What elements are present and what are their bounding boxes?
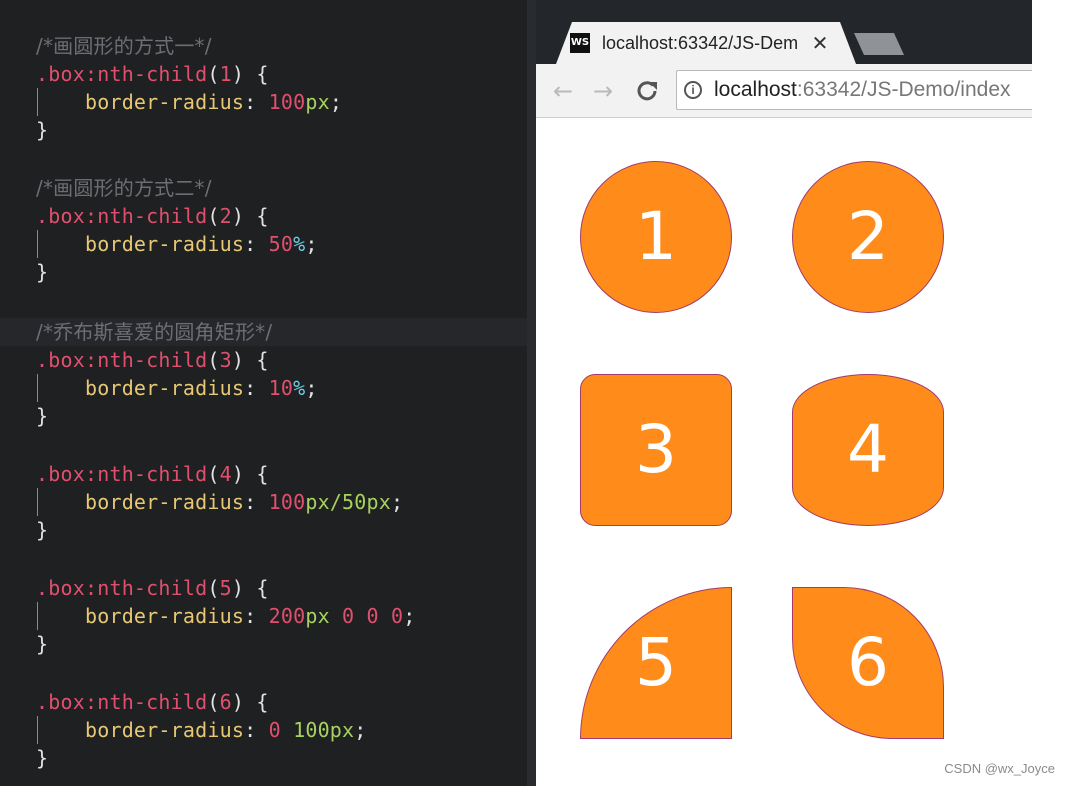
pseudo-class: :nth-child [84,204,208,228]
selector: .box [36,462,85,486]
value-number: 50 [268,232,294,256]
nth-arg: 3 [219,348,232,372]
rule-4-declaration: border-radius: 100px/50px; [84,490,404,514]
value-number: 10 [268,376,294,400]
tab-title[interactable]: localhost:63342/JS-Demo/index.html [602,31,798,55]
value-unit: px [305,604,330,628]
rule-5-declaration: border-radius: 200px 0 0 0; [84,604,416,628]
rule-1-declaration: border-radius: 100px; [84,90,343,114]
demo-box-1: 1 [580,161,732,313]
code-editor[interactable]: /*画圆形的方式一*/ .box:nth-child(1) { border-r… [0,0,527,786]
property: border-radius [84,604,245,628]
closing-brace: } [36,260,49,284]
nth-arg: 6 [219,690,232,714]
nth-arg: 1 [219,62,232,86]
selector: .box [36,348,85,372]
demo-box-3: 3 [580,374,732,526]
closing-brace: } [36,746,49,770]
address-url[interactable]: localhost:63342/JS-Demo/index [714,77,1011,103]
comment-method-two: /*画圆形的方式二*/ [36,176,212,200]
value-number: 100 [268,90,306,114]
comment-rounded-rect: /*乔布斯喜爱的圆角矩形*/ [36,320,273,344]
pseudo-class: :nth-child [84,576,208,600]
reload-icon[interactable] [632,76,662,106]
pseudo-class: :nth-child [84,62,208,86]
reload-icon-svg [637,81,657,101]
demo-box-4: 4 [792,374,944,526]
selector: .box [36,690,85,714]
closing-brace: } [36,518,49,542]
value-unit: % [293,232,306,256]
info-icon[interactable]: i [684,81,702,99]
pseudo-class: :nth-child [84,462,208,486]
property: border-radius [84,490,245,514]
url-host: localhost [714,78,797,101]
rule-2-selector-line: .box:nth-child(2) { [36,204,269,228]
selector: .box [36,576,85,600]
value-number: 200 [268,604,306,628]
rule-5-selector-line: .box:nth-child(5) { [36,576,269,600]
browser-window: WS localhost:63342/JS-Demo/index.html ✕ … [536,0,1032,786]
closing-brace: } [36,632,49,656]
rule-4-selector-line: .box:nth-child(4) { [36,462,269,486]
property: border-radius [84,718,245,742]
pane-divider[interactable] [527,0,536,786]
watermark: CSDN @wx_Joyce [944,761,1055,776]
comment-method-one: /*画圆形的方式一*/ [36,34,212,58]
back-arrow-icon[interactable]: ← [548,76,578,106]
rule-6-declaration: border-radius: 0 100px; [84,718,367,742]
value-number: 0 [268,718,281,742]
tab-close-icon[interactable]: ✕ [810,31,830,55]
closing-brace: } [36,118,49,142]
rule-3-declaration: border-radius: 10%; [84,376,318,400]
demo-box-5: 5 [580,587,732,739]
value-rest: 0 0 0 [329,604,404,628]
webstorm-favicon-icon: WS [570,33,590,53]
selector: .box [36,62,85,86]
property: border-radius [84,232,245,256]
rule-1-selector-line: .box:nth-child(1) { [36,62,269,86]
url-path: :63342/JS-Demo/index [796,78,1011,101]
value-unit: px [305,90,330,114]
nth-arg: 5 [219,576,232,600]
rule-2-declaration: border-radius: 50%; [84,232,318,256]
closing-brace: } [36,404,49,428]
pseudo-class: :nth-child [84,690,208,714]
rule-3-selector-line: .box:nth-child(3) { [36,348,269,372]
demo-box-2: 2 [792,161,944,313]
property: border-radius [84,90,245,114]
value-number: 100 [268,490,306,514]
forward-arrow-icon[interactable]: → [588,76,618,106]
demo-box-6: 6 [792,587,944,739]
rule-6-selector-line: .box:nth-child(6) { [36,690,269,714]
nth-arg: 2 [219,204,232,228]
pseudo-class: :nth-child [84,348,208,372]
value-rest: /50px [329,490,392,514]
value-unit: px [305,490,330,514]
value-unit: % [293,376,306,400]
nth-arg: 4 [219,462,232,486]
value-rest: 100px [280,718,355,742]
property: border-radius [84,376,245,400]
selector: .box [36,204,85,228]
